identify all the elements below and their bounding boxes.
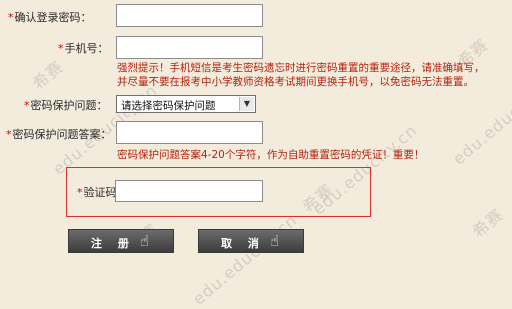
required-mark: * — [8, 11, 14, 24]
confirm-password-input[interactable] — [116, 4, 263, 27]
phone-hint-line2: 并尽量不要在报考中小学教师资格考试期间更换手机号，以免密码无法重置。 — [117, 76, 474, 88]
phone-label: *手机号： — [58, 40, 109, 56]
security-question-select[interactable]: 请选择密码保护问题 ▼ — [116, 95, 256, 113]
chevron-down-icon[interactable]: ▼ — [239, 97, 254, 111]
confirm-password-label-text: 确认登录密码： — [14, 11, 92, 24]
phone-label-text: 手机号： — [64, 42, 109, 55]
cancel-button[interactable]: 取 消 — [198, 229, 304, 253]
security-answer-input[interactable] — [116, 121, 263, 144]
security-answer-label-text: 密码保护问题答案： — [12, 128, 112, 141]
register-button[interactable]: 注 册 — [68, 229, 174, 253]
security-answer-hint: 密码保护问题答案4-20个字符，作为自助重置密码的凭证！重要！ — [117, 149, 425, 161]
security-question-selected: 请选择密码保护问题 — [121, 100, 216, 112]
captcha-label: *验证码 — [77, 184, 117, 200]
watermark-brand: 希赛 — [28, 56, 68, 94]
phone-hint-line1: 强烈提示！手机短信是考生密码遗忘时进行密码重置的重要途径，请准确填写， — [117, 62, 485, 74]
watermark-domain: edu.educity.cn — [189, 210, 301, 309]
hand-pointer-icon: ☝ — [140, 232, 150, 250]
watermark-brand: 希赛 — [468, 204, 508, 242]
phone-input[interactable] — [116, 36, 263, 59]
confirm-password-label: *确认登录密码： — [8, 9, 92, 25]
cancel-button-label: 取 消 — [221, 237, 265, 250]
required-mark: * — [58, 42, 64, 55]
register-button-label: 注 册 — [91, 237, 135, 250]
required-mark: * — [24, 99, 30, 112]
security-question-label-text: 密码保护问题： — [30, 99, 108, 112]
captcha-label-text: 验证码 — [83, 186, 117, 199]
captcha-input[interactable] — [115, 180, 263, 202]
security-question-label: *密码保护问题： — [24, 97, 108, 113]
required-mark: * — [6, 128, 12, 141]
security-answer-label: *密码保护问题答案： — [6, 126, 112, 142]
required-mark: * — [77, 186, 83, 199]
hand-pointer-icon: ☝ — [270, 232, 280, 250]
